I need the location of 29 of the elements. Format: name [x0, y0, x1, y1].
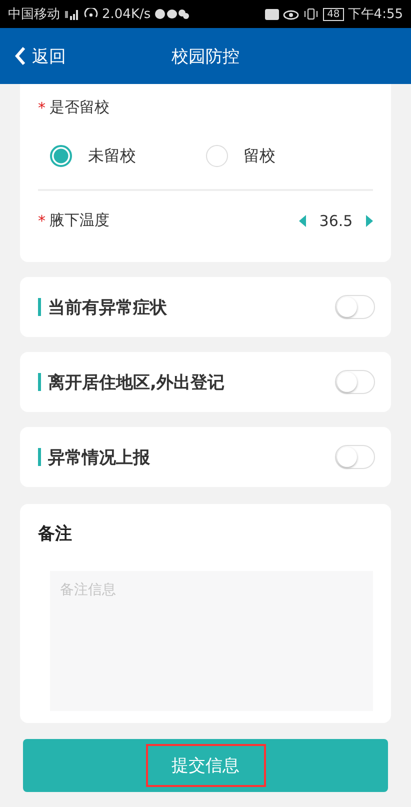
eye-icon — [283, 8, 300, 20]
back-button[interactable]: 返回 — [0, 44, 66, 68]
temperature-value: 36.5 — [318, 212, 354, 230]
vibrate-icon — [303, 8, 320, 20]
chevron-left-icon — [14, 46, 26, 66]
field-label: 是否留校 — [50, 98, 110, 117]
toggle-switch[interactable] — [335, 445, 375, 469]
clock-text: 下午4:55 — [348, 6, 403, 23]
field-label: 腋下温度 — [50, 211, 110, 230]
section-title: 备注 — [38, 523, 73, 545]
radio-button[interactable] — [50, 145, 72, 167]
decrease-icon[interactable] — [299, 214, 307, 226]
chat-icon — [154, 8, 189, 20]
battery-indicator: 48 — [323, 8, 344, 20]
section-title: 离开居住地区,外出登记 — [48, 372, 226, 394]
required-mark: * — [38, 98, 46, 116]
carrier-text: 中国移动 — [8, 6, 60, 23]
hotspot-icon — [84, 8, 98, 20]
signal-icon — [64, 8, 80, 20]
section-title: 当前有异常症状 — [48, 296, 168, 318]
radio-option[interactable]: 留校 — [206, 145, 361, 167]
increase-icon[interactable] — [365, 214, 373, 226]
network-speed: 2.04K/s — [102, 6, 151, 22]
radio-option[interactable]: 未留校 — [50, 145, 206, 167]
toggle-switch[interactable] — [335, 295, 375, 319]
required-mark: * — [38, 212, 46, 230]
section-title: 异常情况上报 — [48, 446, 151, 468]
toggle-switch[interactable] — [335, 370, 375, 394]
page-title: 校园防控 — [172, 46, 240, 68]
